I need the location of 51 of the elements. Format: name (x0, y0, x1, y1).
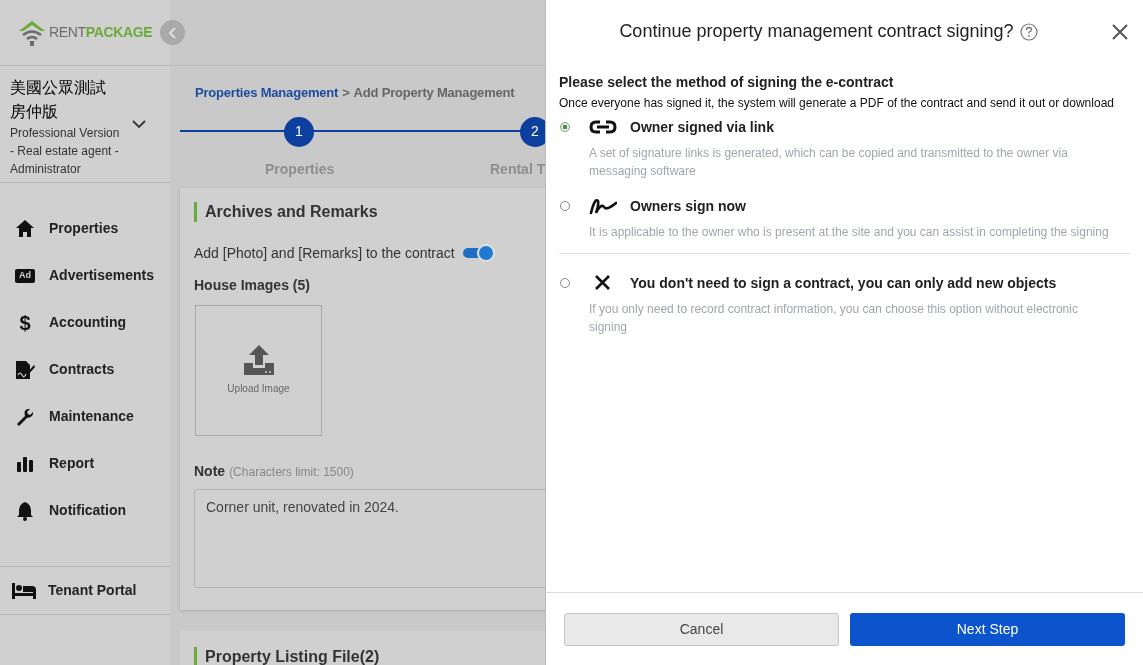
breadcrumb-separator: > (342, 84, 350, 102)
dialog-title: Continue property management contract signing? (619, 20, 1014, 43)
cancel-button[interactable]: Cancel (564, 612, 839, 646)
logo-text: RENTPACKAGE (49, 23, 153, 42)
option-description: It is applicable to the owner who is present at the site and you can assist in completing the signing (589, 224, 1110, 241)
note-label: Note (194, 461, 226, 481)
option-title: Owner signed via link (630, 117, 774, 137)
radio-button[interactable] (560, 122, 570, 132)
logo-icon (18, 19, 46, 46)
help-icon[interactable] (1019, 22, 1038, 41)
signed-document-icon (15, 359, 35, 380)
account-name: 美國公眾測試房仲版 (10, 78, 107, 122)
breadcrumb-link[interactable]: Properties Management (195, 83, 339, 103)
nav-item[interactable]: Maintenance (49, 406, 134, 427)
toggle-label: Add [Photo] and [Remarks] to the contract (194, 243, 455, 263)
note-hint: (Characters limit: 1500) (229, 463, 354, 481)
dialog-heading: Please select the method of signing the e-contract (559, 73, 895, 92)
radio-button[interactable] (560, 201, 570, 211)
nav-item[interactable]: Contracts (49, 359, 115, 380)
home-icon (15, 218, 35, 239)
step-label: Rental T (490, 159, 545, 179)
next-step-button[interactable]: Next Step (850, 612, 1125, 646)
option-description: If you only need to record contract information, you can choose this option without electronic signing (589, 301, 1079, 336)
nav-item[interactable]: Advertisements (49, 265, 155, 286)
nav-item[interactable]: Properties (49, 218, 119, 239)
account-role: Professional Version - Real estate agent - Administrator (10, 125, 121, 178)
upload-image-button[interactable]: Upload Image (195, 304, 322, 436)
nav-item[interactable]: Report (49, 453, 95, 474)
ad-icon: Ad (15, 268, 35, 283)
upload-icon (243, 344, 274, 375)
bed-icon (12, 581, 36, 600)
card-title: Property Listing File(2) (205, 646, 380, 665)
close-button[interactable] (1111, 22, 1129, 41)
toggle-switch[interactable] (462, 244, 495, 262)
breadcrumb-current: Add Property Management (353, 84, 515, 102)
option-description: A set of signature links is generated, which can be copied and transmitted to the owner via messaging software (589, 145, 1069, 180)
tenant-portal-link[interactable]: Tenant Portal (48, 580, 137, 601)
option-title: You don't need to sign a contract, you can only add new objects (630, 273, 1057, 293)
nav-item[interactable]: Notification (49, 500, 126, 521)
radio-button[interactable] (560, 278, 570, 288)
bell-icon (15, 500, 35, 521)
card-title: Archives and Remarks (205, 201, 378, 222)
chevron-down-icon[interactable] (132, 120, 146, 129)
step-label: Properties (265, 159, 335, 179)
chevron-left-icon (167, 26, 178, 39)
section-label: House Images (5) (194, 275, 311, 295)
dollar-icon: $ (15, 312, 35, 333)
wrench-icon (15, 406, 35, 427)
option-title: Owners sign now (630, 196, 746, 216)
nav-item[interactable]: Accounting (49, 312, 126, 333)
dialog-subheading: Once everyone has signed it, the system will generate a PDF of the contract and send it out or download (559, 95, 1115, 112)
